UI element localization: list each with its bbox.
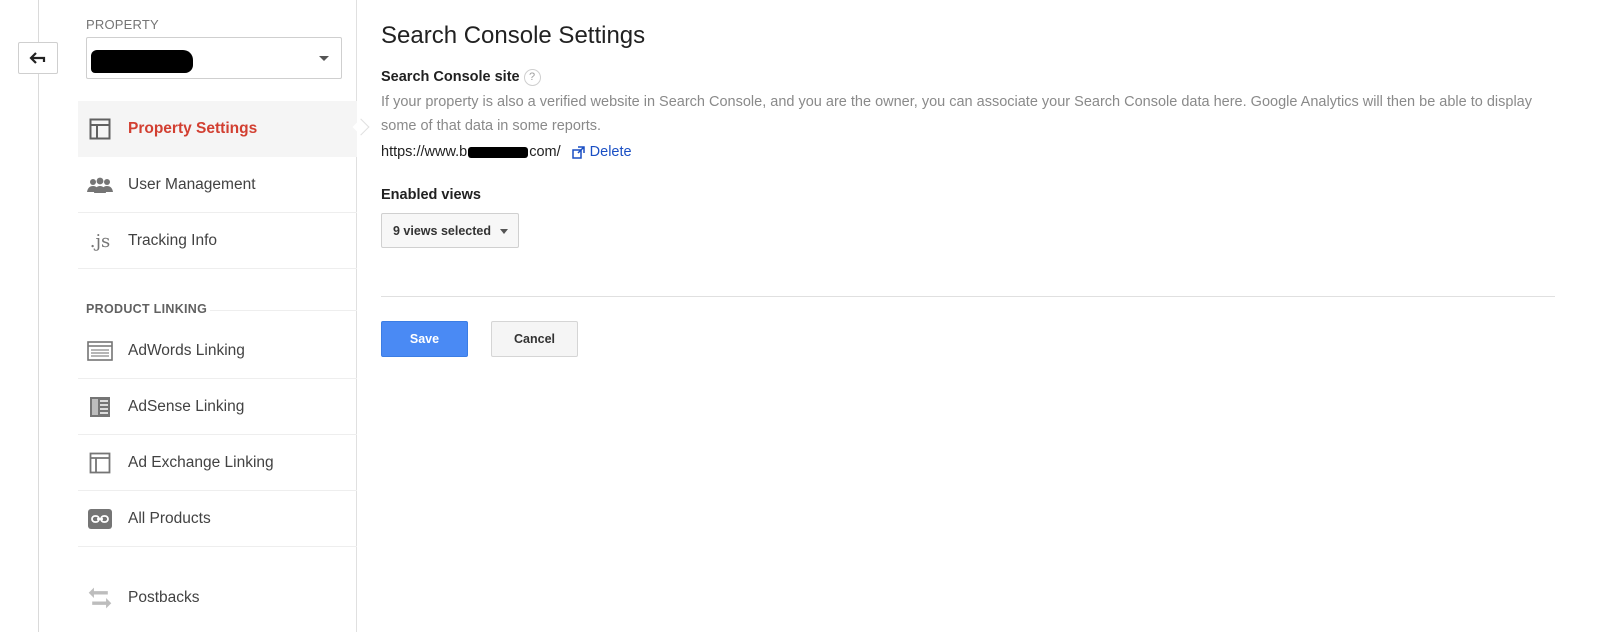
sidebar-item-label: All Products [128,509,211,527]
layout-icon [87,116,113,142]
postbacks-icon [87,585,113,611]
help-icon[interactable]: ? [523,69,541,86]
users-icon [87,172,113,198]
sidebar-item-label: User Management [128,175,256,193]
sidebar-item-tracking-info[interactable]: .js Tracking Info [78,213,357,269]
property-label: PROPERTY [86,17,159,32]
sidebar-item-adsense-linking[interactable]: AdSense Linking [78,379,357,435]
redacted-property-name [91,50,193,73]
external-link-icon [571,145,585,159]
sidebar-item-label: Postbacks [128,589,200,606]
site-url-suffix: com/ [529,144,561,160]
enabled-views-label: Enabled views [381,187,481,203]
property-select[interactable] [86,37,342,79]
search-console-site-label: Search Console site? [381,69,541,86]
sidebar-item-label: AdWords Linking [128,341,245,359]
cancel-button[interactable]: Cancel [491,321,578,357]
sidebar-item-postbacks[interactable]: Postbacks [78,570,357,626]
sidebar-item-label: Property Settings [128,119,258,137]
delete-link[interactable]: Delete [590,144,632,160]
views-selected-text: 9 views selected [393,223,491,238]
save-button[interactable]: Save [381,321,468,357]
sidebar-item-label: AdSense Linking [128,397,245,415]
form-divider [381,296,1555,297]
link-icon [87,506,113,532]
back-arrow-icon [29,52,46,64]
sidebar-item-property-settings[interactable]: Property Settings [78,101,357,157]
page-title: Search Console Settings [381,22,646,49]
js-icon: .js [89,230,111,252]
ad-exchange-icon [87,450,113,476]
left-rail-line [38,0,39,632]
sidebar-item-label: Tracking Info [128,231,218,249]
site-url-prefix: https://www.b [381,144,468,160]
adwords-icon [87,338,113,364]
search-console-site-text: Search Console site [381,69,520,85]
sidebar-item-label: Ad Exchange Linking [128,453,274,471]
sidebar: PROPERTY Property Settings User Manageme… [78,0,357,632]
section-divider [210,310,357,311]
redacted-domain [468,146,529,158]
site-url-row: https://www.b com/ Delete [381,144,632,160]
sidebar-item-ad-exchange-linking[interactable]: Ad Exchange Linking [78,435,357,491]
sidebar-item-adwords-linking[interactable]: AdWords Linking [78,323,357,379]
product-linking-header: PRODUCT LINKING [86,302,208,316]
search-console-description: If your property is also a verified webs… [381,94,1532,134]
adsense-icon [87,394,113,420]
sidebar-item-user-management[interactable]: User Management [78,157,357,213]
views-selected-dropdown[interactable]: 9 views selected [381,213,519,248]
sidebar-item-all-products[interactable]: All Products [78,491,357,547]
chevron-down-icon [500,229,508,234]
back-button[interactable] [18,42,58,74]
chevron-down-icon [319,56,329,61]
